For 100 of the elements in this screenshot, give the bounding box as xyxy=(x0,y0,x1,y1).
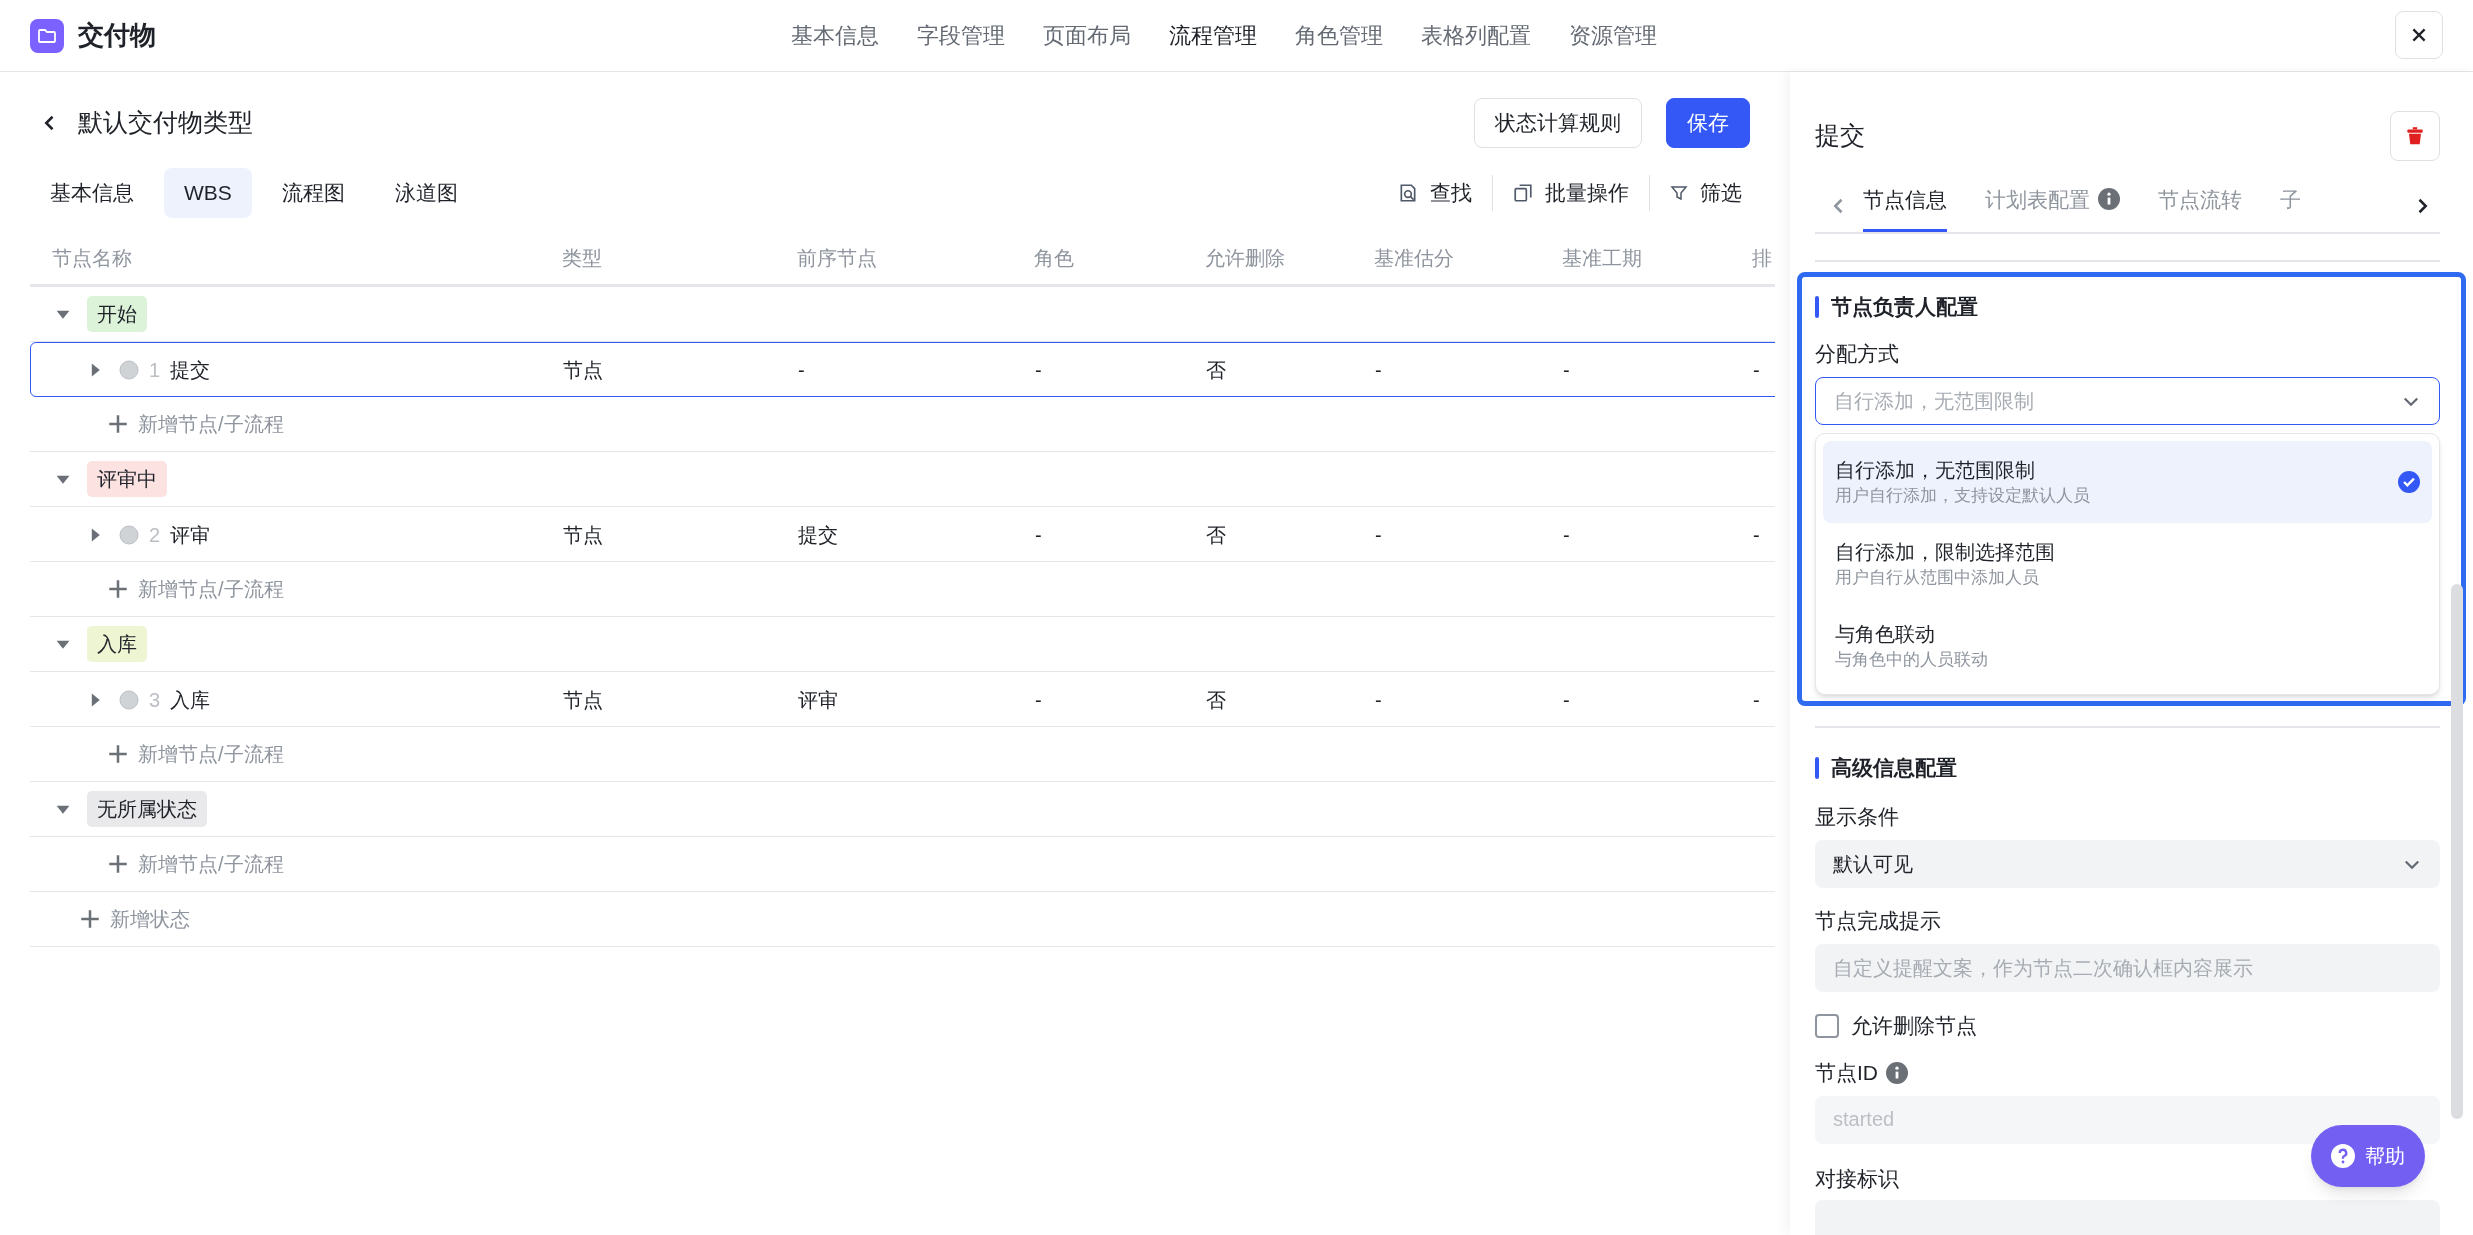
node-id-field[interactable]: started xyxy=(1815,1095,2440,1144)
close-icon xyxy=(2410,26,2428,44)
nav-tab[interactable]: 资源管理 xyxy=(1569,19,1657,52)
row-number: 2 xyxy=(149,522,161,548)
checkbox[interactable] xyxy=(1815,1013,1839,1038)
accent-bar xyxy=(1815,757,1819,779)
help-button[interactable]: 帮助 xyxy=(2311,1125,2425,1187)
table-cell: - xyxy=(1375,688,1382,711)
table-cell: 评审 xyxy=(798,688,838,711)
view-tab[interactable]: 泳道图 xyxy=(374,168,478,218)
option-title: 自行添加，限制选择范围 xyxy=(1835,540,2055,565)
trash-icon xyxy=(2404,125,2426,147)
node-name: 提交 xyxy=(170,357,211,383)
status-dot-icon xyxy=(119,524,139,545)
table-cell: - xyxy=(1035,358,1042,381)
table-cell: 否 xyxy=(1206,688,1226,711)
column-header: 类型 xyxy=(562,247,602,269)
status-tag: 无所属状态 xyxy=(87,791,207,827)
select-value: 默认可见 xyxy=(1833,852,1913,877)
plus-icon xyxy=(108,744,128,764)
filter-icon xyxy=(1670,184,1688,202)
table-row[interactable]: 1 提交 节点 - - 否 - - - xyxy=(30,342,1775,397)
plus-icon xyxy=(108,579,128,599)
app-title: 交付物 xyxy=(78,19,156,52)
display-condition-select[interactable]: 默认可见 xyxy=(1815,840,2440,888)
select-placeholder: 自行添加，无范围限制 xyxy=(1834,389,2034,414)
save-button[interactable]: 保存 xyxy=(1666,98,1750,148)
table-cell: - xyxy=(1563,523,1570,546)
nav-tab[interactable]: 角色管理 xyxy=(1295,19,1383,52)
rules-button[interactable]: 状态计算规则 xyxy=(1474,98,1642,148)
table-cell: 节点 xyxy=(563,523,603,546)
table-cell: - xyxy=(1035,523,1042,546)
page-title: 默认交付物类型 xyxy=(78,107,253,139)
table-cell: - xyxy=(1563,688,1570,711)
column-header: 排 xyxy=(1752,247,1772,269)
view-tab[interactable]: 基本信息 xyxy=(30,168,154,218)
filter-button[interactable]: 筛选 xyxy=(1662,177,1750,209)
dropdown-option[interactable]: 自行添加，无范围限制 用户自行添加，支持设定默认人员 xyxy=(1823,441,2432,523)
column-header: 基准估分 xyxy=(1374,247,1454,269)
nav-tab[interactable]: 基本信息 xyxy=(791,19,879,52)
column-header: 基准工期 xyxy=(1562,247,1642,269)
completion-hint-field[interactable]: 自定义提醒文案，作为节点二次确认框内容展示 xyxy=(1815,944,2440,992)
plus-icon xyxy=(108,414,128,434)
option-description: 用户自行从范围中添加人员 xyxy=(1835,567,2040,589)
scrollbar-thumb[interactable] xyxy=(2451,584,2463,1119)
table-cell: - xyxy=(1375,523,1382,546)
view-tab[interactable]: 流程图 xyxy=(261,168,365,218)
field-label: 分配方式 xyxy=(1815,341,1899,367)
table-cell: 否 xyxy=(1206,523,1226,546)
row-number: 1 xyxy=(149,357,161,383)
plus-icon xyxy=(108,854,128,874)
table-cell: 节点 xyxy=(563,358,603,381)
status-tag: 入库 xyxy=(87,626,147,662)
table-cell: - xyxy=(1035,688,1042,711)
panel-title: 提交 xyxy=(1815,120,1865,152)
table-cell: - xyxy=(1753,523,1760,546)
status-dot-icon xyxy=(119,359,139,380)
option-title: 自行添加，无范围限制 xyxy=(1835,458,2036,483)
search-button[interactable]: 查找 xyxy=(1390,177,1480,209)
check-icon xyxy=(2398,471,2420,493)
table-cell: - xyxy=(1753,688,1760,711)
close-button[interactable] xyxy=(2395,11,2443,59)
delete-button[interactable] xyxy=(2390,111,2440,161)
node-name: 评审 xyxy=(170,522,211,548)
row-number: 3 xyxy=(149,687,161,713)
column-header: 角色 xyxy=(1034,247,1074,269)
column-header: 节点名称 xyxy=(52,247,132,269)
node-name: 入库 xyxy=(170,687,211,713)
column-header: 前序节点 xyxy=(797,247,877,269)
status-tag: 评审中 xyxy=(87,461,167,497)
table-cell: - xyxy=(1563,358,1570,381)
plus-icon xyxy=(80,909,100,929)
table-cell: - xyxy=(1753,358,1760,381)
help-icon xyxy=(2331,1144,2355,1168)
nav-tab[interactable]: 流程管理 xyxy=(1169,19,1257,52)
nav-tab[interactable]: 页面布局 xyxy=(1043,19,1131,52)
option-title: 与角色联动 xyxy=(1835,622,1936,647)
panel-tab[interactable]: 节点信息 xyxy=(1863,183,1947,232)
field-label: 节点完成提示 xyxy=(1815,908,1941,934)
option-description: 用户自行添加，支持设定默认人员 xyxy=(1835,485,2090,507)
batch-button[interactable]: 批量操作 xyxy=(1505,177,1637,209)
batch-icon xyxy=(1513,183,1533,203)
folder-icon xyxy=(30,18,64,53)
view-tab[interactable]: WBS xyxy=(164,168,252,218)
nav-tab[interactable]: 表格列配置 xyxy=(1421,19,1531,52)
info-icon xyxy=(1886,1061,1908,1084)
nav-tab[interactable]: 字段管理 xyxy=(917,19,1005,52)
table-cell: - xyxy=(798,358,805,381)
option-description: 与角色中的人员联动 xyxy=(1835,649,1988,671)
accent-bar xyxy=(1815,296,1819,318)
table-cell: - xyxy=(1375,358,1382,381)
table-cell: 否 xyxy=(1206,358,1226,381)
status-tag: 开始 xyxy=(87,296,147,332)
checkbox-label: 允许删除节点 xyxy=(1851,1013,1977,1039)
field-label: 节点ID xyxy=(1815,1059,1878,1086)
field-label: 对接标识 xyxy=(1815,1165,1899,1192)
table-cell: 节点 xyxy=(563,688,603,711)
table-cell: 提交 xyxy=(798,523,838,546)
status-dot-icon xyxy=(119,689,139,710)
section-heading: 高级信息配置 xyxy=(1831,755,1957,782)
